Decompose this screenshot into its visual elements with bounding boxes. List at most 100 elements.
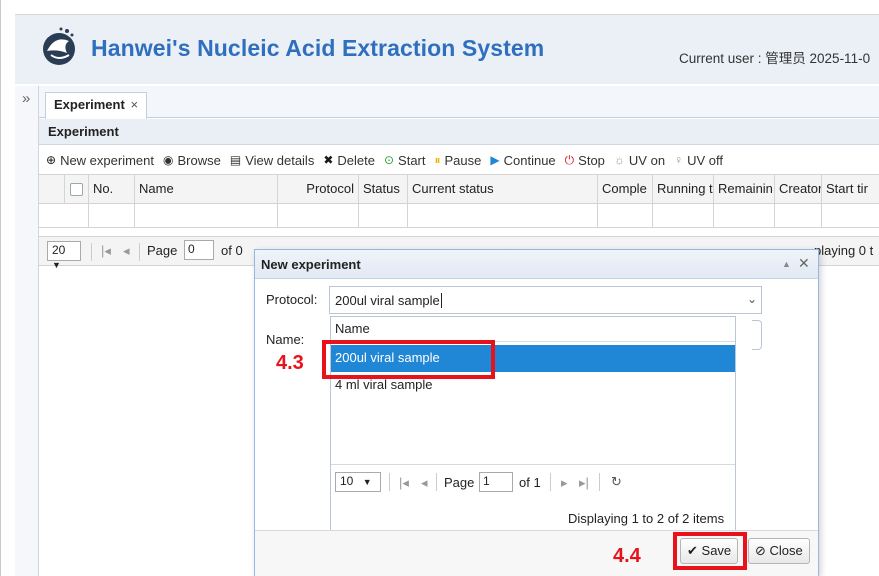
panel-title: Experiment [39, 119, 879, 145]
chevron-down-icon[interactable]: ⌄ [747, 292, 757, 306]
dropdown-arrow-icon: ▼ [362, 477, 372, 487]
refresh-icon[interactable]: ↻ [611, 474, 622, 490]
toolbar-browse-button[interactable]: ◉ Browse [163, 153, 221, 168]
new-experiment-dialog: New experiment ▲ ✕ Protocol: 200ul viral… [254, 249, 819, 576]
dialog-title: New experiment [261, 257, 361, 272]
column-header-start-time[interactable]: Start tir [822, 175, 879, 203]
first-page-icon[interactable]: |◂ [101, 243, 111, 259]
toolbar-button-label: New experiment [60, 152, 154, 168]
prev-page-icon[interactable]: ◂ [123, 243, 130, 259]
protocol-value-text: 200ul viral sample [335, 293, 440, 308]
toolbar-stop-button[interactable]: ⏻ Stop [565, 153, 605, 168]
pager-separator [139, 243, 140, 261]
toolbar-button-label: Pause [444, 152, 482, 168]
filter-cell[interactable] [822, 204, 879, 227]
document-icon: ▤ [229, 153, 242, 167]
filter-cell[interactable] [598, 204, 653, 227]
dropdown-arrow-icon: ▼ [52, 260, 61, 270]
name-label: Name: [266, 332, 305, 347]
filter-cell[interactable] [89, 204, 135, 227]
text-caret [440, 293, 442, 308]
close-circle-icon: ⊘ [755, 543, 766, 558]
close-button-label: Close [769, 543, 803, 558]
toolbar-new-experiment-button[interactable]: ⊕ New experiment [46, 153, 154, 168]
toolbar-button-label: Stop [578, 152, 605, 168]
eye-icon: ◉ [163, 153, 174, 167]
column-header-name[interactable]: Name [135, 175, 278, 203]
column-header-no[interactable]: No. [89, 175, 135, 203]
column-header-current-status[interactable]: Current status [408, 175, 598, 203]
toolbar: ⊕ New experiment ◉ Browse ▤ View details ✖ Dele… [39, 146, 879, 174]
collapse-dialog-icon[interactable]: ▲ [782, 259, 791, 269]
filter-cell [39, 204, 89, 227]
last-page-icon[interactable]: ▸| [579, 475, 589, 491]
tab-label: Experiment [54, 97, 125, 112]
dropdown-page-size-select[interactable]: 10 ▼ [335, 472, 381, 492]
select-all-checkbox-cell[interactable] [65, 175, 89, 203]
filter-cell[interactable] [714, 204, 775, 227]
close-dialog-icon[interactable]: ✕ [798, 255, 810, 272]
filter-cell[interactable] [278, 204, 359, 227]
filter-cell[interactable] [135, 204, 278, 227]
pager-separator [550, 473, 551, 491]
first-page-icon[interactable]: |◂ [399, 475, 409, 491]
tab-close-icon[interactable]: × [130, 97, 138, 112]
toolbar-button-label: Continue [503, 152, 556, 168]
dropdown-page-size-value: 10 [340, 474, 354, 488]
prev-page-icon[interactable]: ◂ [421, 475, 428, 491]
toolbar-button-label: UV off [687, 152, 723, 168]
select-all-checkbox[interactable] [70, 183, 83, 196]
expand-sidebar-icon[interactable]: » [22, 90, 30, 107]
grid-col-spacer [39, 175, 65, 203]
column-header-creator[interactable]: Creator [775, 175, 822, 203]
continue-circle-icon: ▶ [490, 153, 500, 167]
page-count-label: of 0 [221, 243, 243, 258]
toolbar-continue-button[interactable]: ▶ Continue [490, 153, 555, 168]
dropdown-page-number-input[interactable]: 1 [479, 472, 513, 492]
app-title: Hanwei's Nucleic Acid Extraction System [91, 35, 545, 61]
filter-cell[interactable] [359, 204, 408, 227]
protocol-value[interactable]: 200ul viral sample [335, 293, 442, 308]
column-header-running-time[interactable]: Running t [653, 175, 714, 203]
filter-cell[interactable] [775, 204, 822, 227]
pager-display-text: playing 0 t [814, 243, 874, 258]
plus-circle-icon: ⊕ [46, 153, 57, 167]
tab-bar: Experiment × [39, 86, 879, 119]
toolbar-pause-button[interactable]: ⏸ Pause [435, 153, 482, 168]
logo-icon [43, 27, 75, 65]
toolbar-view-details-button[interactable]: ▤ View details [230, 153, 314, 168]
side-collapse-strip[interactable]: » [15, 86, 39, 576]
page-size-select[interactable]: 20 ▼ [47, 241, 81, 270]
dialog-header: New experiment ▲ ✕ [255, 250, 818, 279]
column-header-protocol[interactable]: Protocol [278, 175, 359, 203]
tab-experiment[interactable]: Experiment × [45, 92, 148, 119]
filter-cell[interactable] [408, 204, 598, 227]
filter-cell[interactable] [653, 204, 714, 227]
current-user-info: Current user : 管理员 2025-11-0 [679, 51, 871, 66]
toolbar-start-button[interactable]: ⊙ Start [384, 153, 426, 168]
protocol-combobox[interactable]: 200ul viral sample ⌄ [329, 286, 762, 314]
next-page-icon[interactable]: ▸ [561, 475, 568, 491]
page-number-input[interactable]: 0 [184, 240, 214, 260]
toolbar-button-label: View details [245, 152, 315, 168]
page-count-label: of 1 [519, 475, 541, 490]
name-input[interactable] [752, 320, 762, 350]
toolbar-uv-on-button[interactable]: ☼ UV on [614, 153, 665, 168]
pager-separator [436, 473, 437, 491]
dropdown-display-text: Displaying 1 to 2 of 2 items [568, 511, 725, 526]
toolbar-uv-off-button[interactable]: ♀ UV off [674, 153, 723, 168]
pager-separator [91, 243, 92, 261]
close-button[interactable]: ⊘ Close [748, 538, 810, 564]
step-label-4-4: 4.4 [613, 545, 641, 567]
column-header-remaining[interactable]: Remainin [714, 175, 775, 203]
pager-separator [389, 473, 390, 491]
bulb-off-icon: ♀ [674, 153, 684, 167]
dropdown-pager: 10 ▼ |◂ ◂ Page 1 of 1 ▸ ▸| ↻ [331, 464, 735, 498]
column-header-complete[interactable]: Comple [598, 175, 653, 203]
grid-header: No. Name Protocol Status Current status … [39, 174, 879, 204]
step-label-4-3: 4.3 [276, 352, 304, 374]
power-icon: ⏻ [564, 153, 575, 167]
page-label: Page [444, 475, 475, 490]
column-header-status[interactable]: Status [359, 175, 408, 203]
toolbar-delete-button[interactable]: ✖ Delete [323, 153, 375, 168]
